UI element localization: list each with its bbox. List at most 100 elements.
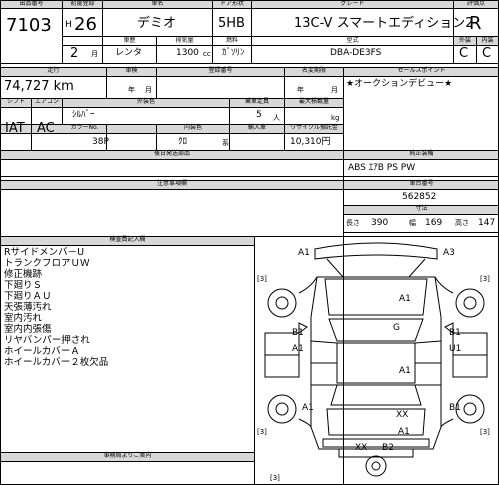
damage-mark: A3 bbox=[443, 248, 455, 258]
ac-label: エアコン bbox=[34, 98, 59, 105]
damage-mark: B1 bbox=[449, 328, 461, 338]
car-name-label: 車名 bbox=[151, 0, 164, 7]
capacity-label: 乗車定員 bbox=[244, 98, 269, 105]
car-diagram bbox=[264, 242, 488, 477]
damage-mark: A1 bbox=[398, 427, 410, 437]
recycle-label: リサイクル預託金 bbox=[290, 124, 338, 131]
damage-mark: A1 bbox=[399, 366, 411, 376]
int-color-label: 内装色 bbox=[183, 124, 202, 131]
mileage-label: 走行 bbox=[47, 67, 60, 74]
type-label: 型式 bbox=[346, 37, 359, 44]
month-unit: 月 bbox=[91, 50, 98, 58]
chassis-label: 車台番号 bbox=[409, 180, 434, 187]
lot-label: 出品番号 bbox=[19, 0, 44, 7]
model-code: DBA-DE3FS bbox=[330, 48, 382, 58]
capacity-value: 5 bbox=[256, 110, 262, 120]
ext-color-label: 外装色 bbox=[136, 98, 155, 105]
name-change-month-unit: 月 bbox=[331, 86, 338, 94]
name-change-year-unit: 年 bbox=[297, 86, 304, 94]
color-no-value: 38P bbox=[92, 137, 109, 147]
remark-item: 下廻りＳ bbox=[4, 280, 43, 291]
damage-mark: [3] bbox=[480, 275, 490, 283]
retrofit-label: 後日発送部品 bbox=[153, 150, 190, 157]
damage-mark: [3] bbox=[257, 275, 267, 283]
damage-mark: B1 bbox=[449, 403, 461, 413]
reg-month: 2 bbox=[70, 46, 79, 61]
remark-item: 修正機跡 bbox=[4, 269, 43, 280]
door-type: 5HB bbox=[218, 16, 245, 31]
damage-mark: [3] bbox=[480, 428, 490, 436]
mileage-value: 74,727 km bbox=[4, 79, 74, 94]
notes-label: 注意事項欄 bbox=[156, 180, 187, 187]
vehicle-use-label: 車歴 bbox=[123, 37, 136, 44]
shift-label: シフト bbox=[6, 98, 25, 105]
equipment-label: 純正装備 bbox=[409, 150, 434, 157]
inspection-label: 車検 bbox=[125, 67, 138, 74]
sales-point-label: セールスポイント bbox=[397, 67, 446, 74]
chassis-value: 562852 bbox=[402, 192, 437, 202]
fuel-value: ｶﾞｿﾘﾝ bbox=[222, 48, 245, 58]
int-grade: C bbox=[482, 46, 492, 61]
remark-item: Rサイドメンバ－U bbox=[4, 247, 85, 258]
damage-mark: G bbox=[393, 323, 400, 333]
shift-value: IAT bbox=[5, 121, 25, 136]
width-label: 幅 bbox=[409, 219, 416, 227]
int-label: 内装 bbox=[481, 37, 494, 44]
office-label: 事務局よりご案内 bbox=[103, 452, 152, 459]
load-unit: kg bbox=[331, 114, 340, 122]
fuel-label: 燃料 bbox=[225, 37, 238, 44]
height-value: 147 bbox=[478, 218, 496, 228]
dims-label: 寸法 bbox=[415, 205, 428, 212]
ac-value: AC bbox=[37, 121, 55, 136]
int-color-suffix: 系 bbox=[222, 139, 229, 147]
remark-item: 下廻りＡＵ bbox=[4, 291, 52, 302]
damage-mark: U1 bbox=[449, 344, 462, 354]
capacity-unit: 人 bbox=[273, 114, 280, 122]
length-label: 長さ bbox=[346, 219, 360, 227]
remark-item: ホイールカバーＡ bbox=[4, 346, 80, 357]
rating-value: R bbox=[469, 13, 482, 34]
remark-item: トランクフロアＵＷ bbox=[4, 258, 90, 269]
remark-item: 室内内張傷 bbox=[4, 324, 52, 335]
damage-mark: A1 bbox=[298, 248, 310, 258]
usage-value: レンタ bbox=[115, 48, 143, 58]
damage-mark: A1 bbox=[302, 403, 314, 413]
displacement-label: 排気量 bbox=[175, 37, 194, 44]
car-name: デミオ bbox=[137, 16, 177, 31]
damage-mark: B1 bbox=[292, 328, 304, 338]
plate-label: 登録番号 bbox=[208, 67, 233, 74]
displacement-unit: cc bbox=[203, 50, 211, 58]
ext-grade: C bbox=[459, 46, 469, 61]
damage-mark: A1 bbox=[399, 294, 411, 304]
era: H bbox=[65, 20, 72, 30]
lot-number: 7103 bbox=[6, 15, 52, 36]
width-value: 169 bbox=[425, 218, 443, 228]
remark-item: ホイールカバー２枚欠品 bbox=[4, 357, 109, 368]
length-value: 390 bbox=[371, 218, 389, 228]
name-change-label: 名変期限 bbox=[301, 67, 326, 74]
damage-mark: A1 bbox=[292, 344, 304, 354]
rating-label: 評価点 bbox=[466, 0, 485, 7]
ext-label: 外装 bbox=[458, 37, 471, 44]
inspector-label: 検査員記入欄 bbox=[109, 236, 146, 243]
damage-mark: [3] bbox=[257, 428, 267, 436]
color-no-label: カラーNo. bbox=[70, 124, 99, 131]
sales-point-text: ★オークションデビュー★ bbox=[346, 79, 453, 89]
int-color-value: ｸﾛ bbox=[178, 137, 188, 147]
damage-mark: XX bbox=[396, 410, 409, 420]
first-reg-label: 初度登録 bbox=[70, 0, 95, 7]
remark-item: リヤバンパー押され bbox=[4, 335, 90, 346]
height-label: 高さ bbox=[455, 219, 469, 227]
door-label: ドア形状 bbox=[219, 0, 244, 7]
damage-mark: [3] bbox=[270, 474, 280, 482]
import-label: 輸入車 bbox=[247, 124, 266, 131]
remark-item: 天張薄汚れ bbox=[4, 302, 52, 313]
equipment-text: ABS ｴｱB PS PW bbox=[348, 163, 416, 173]
reg-year: 26 bbox=[74, 14, 97, 35]
recycle-value: 10,310円 bbox=[290, 137, 331, 147]
load-label: 最大積載量 bbox=[298, 98, 329, 105]
inspection-year-unit: 年 bbox=[128, 86, 135, 94]
inspection-month-unit: 月 bbox=[145, 86, 152, 94]
damage-mark: B2 bbox=[382, 443, 394, 453]
grade-label: グレード bbox=[340, 0, 365, 7]
